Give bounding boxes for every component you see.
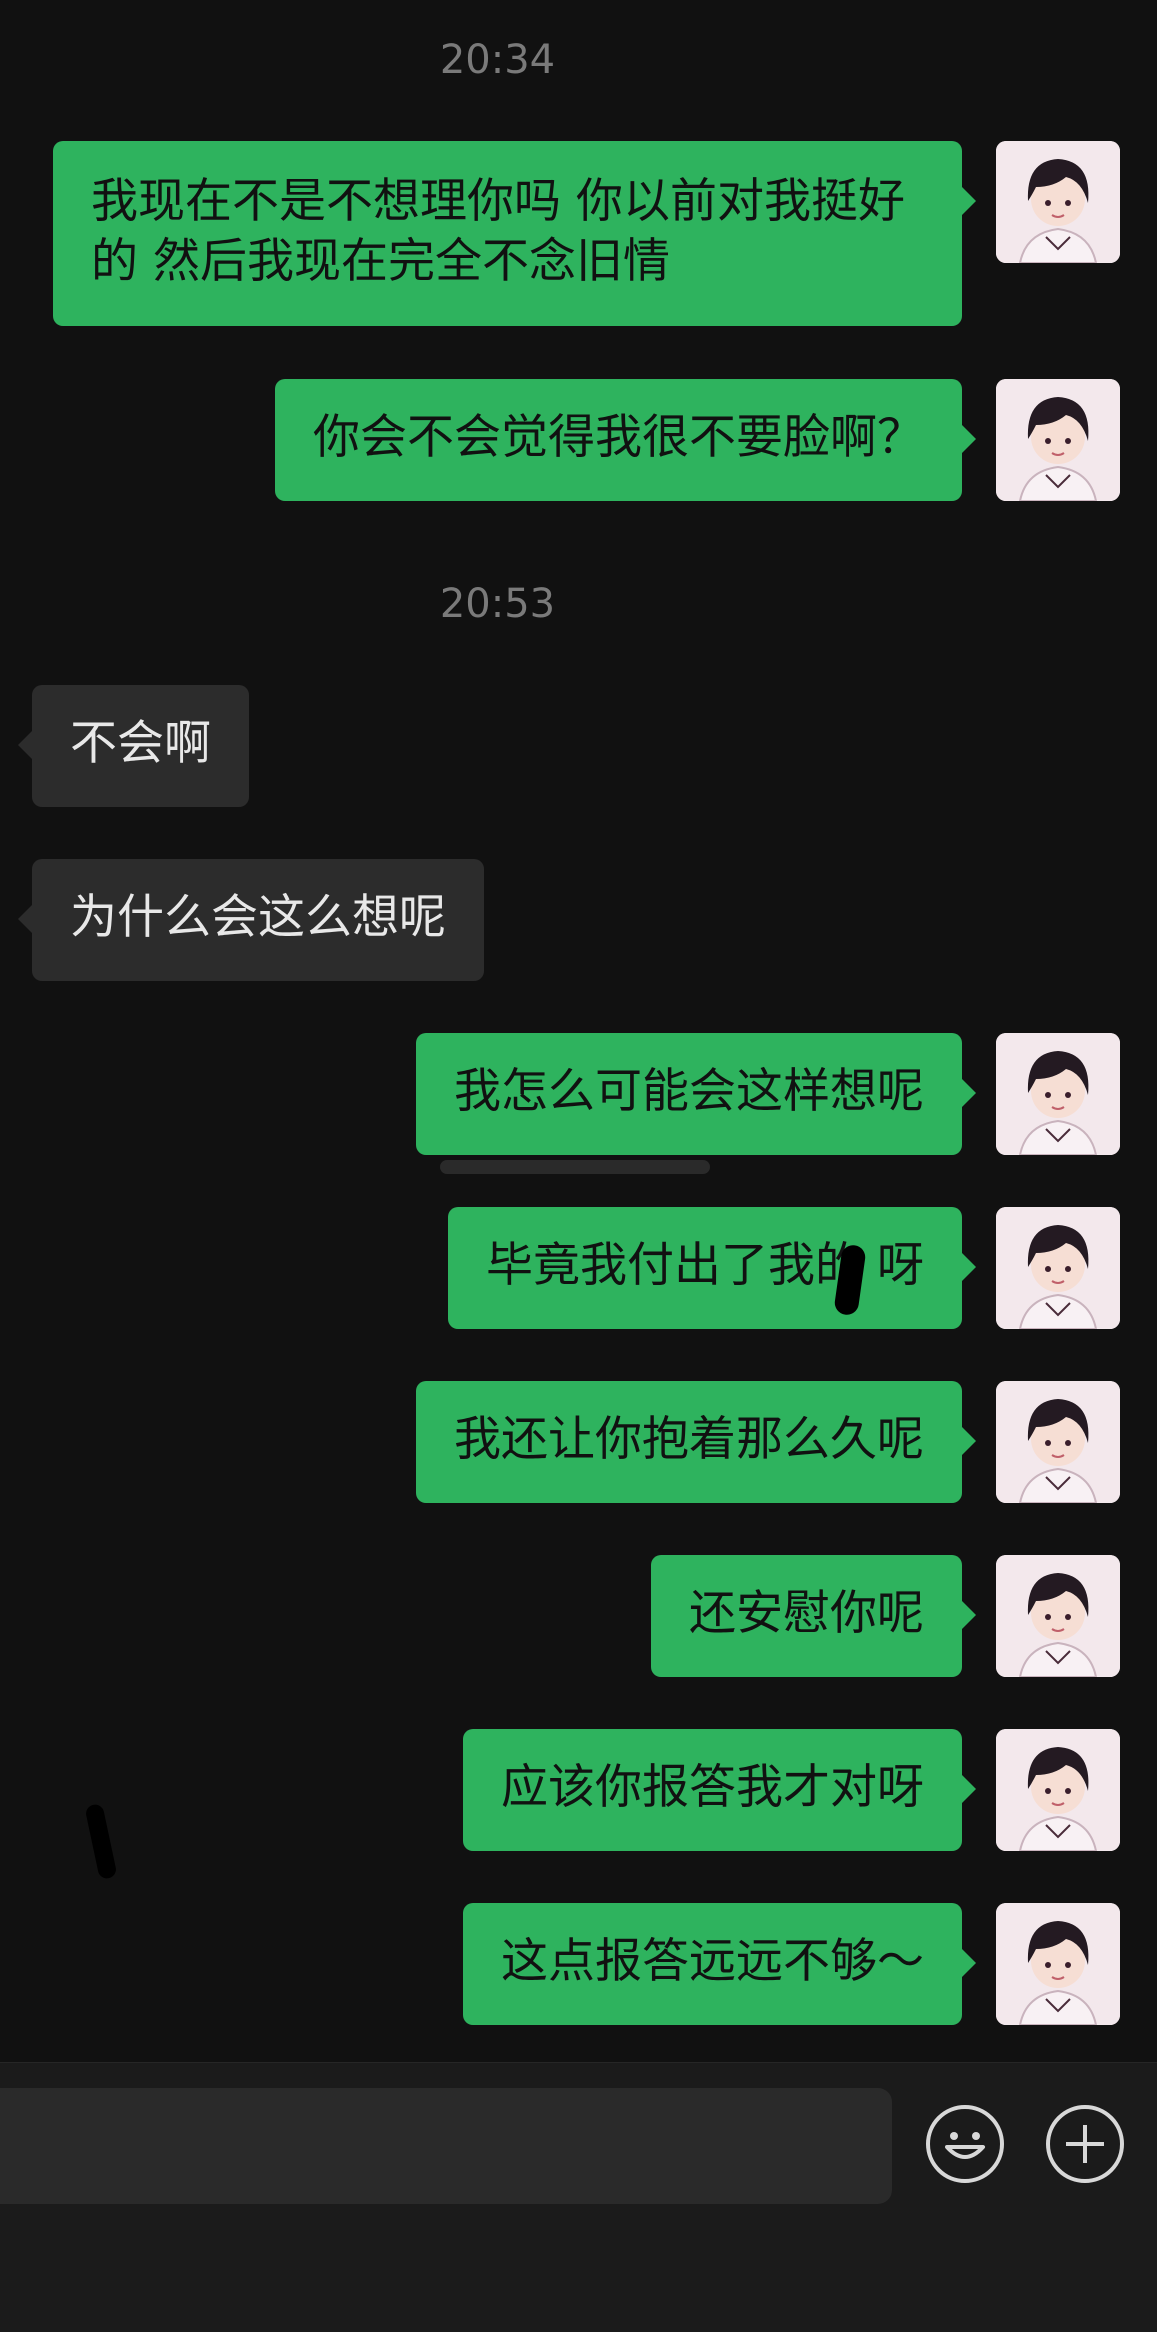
message-row: 还安慰你呢 xyxy=(0,1555,1157,1677)
message-input[interactable] xyxy=(0,2088,892,2204)
sent-message-bubble[interactable]: 应该你报答我才对呀 xyxy=(463,1729,976,1851)
redaction-mark xyxy=(440,1160,710,1174)
user-avatar[interactable] xyxy=(996,1381,1120,1503)
timestamp: 20:53 xyxy=(439,581,556,627)
message-row: 应该你报答我才对呀 xyxy=(0,1729,1157,1881)
message-row: 不会啊 xyxy=(0,685,1157,807)
sent-message-bubble[interactable]: 我现在不是不想理你吗 你以前对我挺好的 然后我现在完全不念旧情 xyxy=(53,141,976,326)
received-message-bubble[interactable]: 不会啊 xyxy=(18,685,249,807)
user-avatar[interactable] xyxy=(996,1033,1120,1155)
sent-message-bubble[interactable]: 毕竟我付出了我的 呀 xyxy=(448,1207,976,1329)
message-row: 为什么会这么想呢 xyxy=(0,859,1157,981)
plus-circle-icon[interactable] xyxy=(1046,2105,1124,2183)
message-row: 我还让你抱着那么久呢 xyxy=(0,1381,1157,1503)
message-row: 毕竟我付出了我的 呀 xyxy=(0,1207,1157,1329)
message-row: 我怎么可能会这样想呢 xyxy=(0,1033,1157,1155)
message-row: 你会不会觉得我很不要脸啊？ xyxy=(0,379,1157,501)
user-avatar[interactable] xyxy=(996,1207,1120,1329)
timestamp: 20:34 xyxy=(439,37,556,83)
sent-message-bubble[interactable]: 还安慰你呢 xyxy=(651,1555,976,1677)
message-row: 这点报答远远不够～ xyxy=(0,1903,1157,2025)
sent-message-bubble[interactable]: 我还让你抱着那么久呢 xyxy=(416,1381,976,1503)
user-avatar[interactable] xyxy=(996,379,1120,501)
message-row: 我现在不是不想理你吗 你以前对我挺好的 然后我现在完全不念旧情 xyxy=(0,141,1157,326)
redaction-mark xyxy=(84,1802,118,1881)
user-avatar[interactable] xyxy=(996,1555,1120,1677)
user-avatar[interactable] xyxy=(996,1729,1120,1851)
sent-message-bubble[interactable]: 这点报答远远不够～ xyxy=(463,1903,976,2025)
user-avatar[interactable] xyxy=(996,141,1120,263)
sent-message-bubble[interactable]: 我怎么可能会这样想呢 xyxy=(416,1033,976,1155)
input-bar xyxy=(0,2062,1157,2332)
smiley-face-icon[interactable] xyxy=(926,2105,1004,2183)
sent-message-bubble[interactable]: 你会不会觉得我很不要脸啊？ xyxy=(275,379,976,501)
received-message-bubble[interactable]: 为什么会这么想呢 xyxy=(18,859,484,981)
user-avatar[interactable] xyxy=(996,1903,1120,2025)
